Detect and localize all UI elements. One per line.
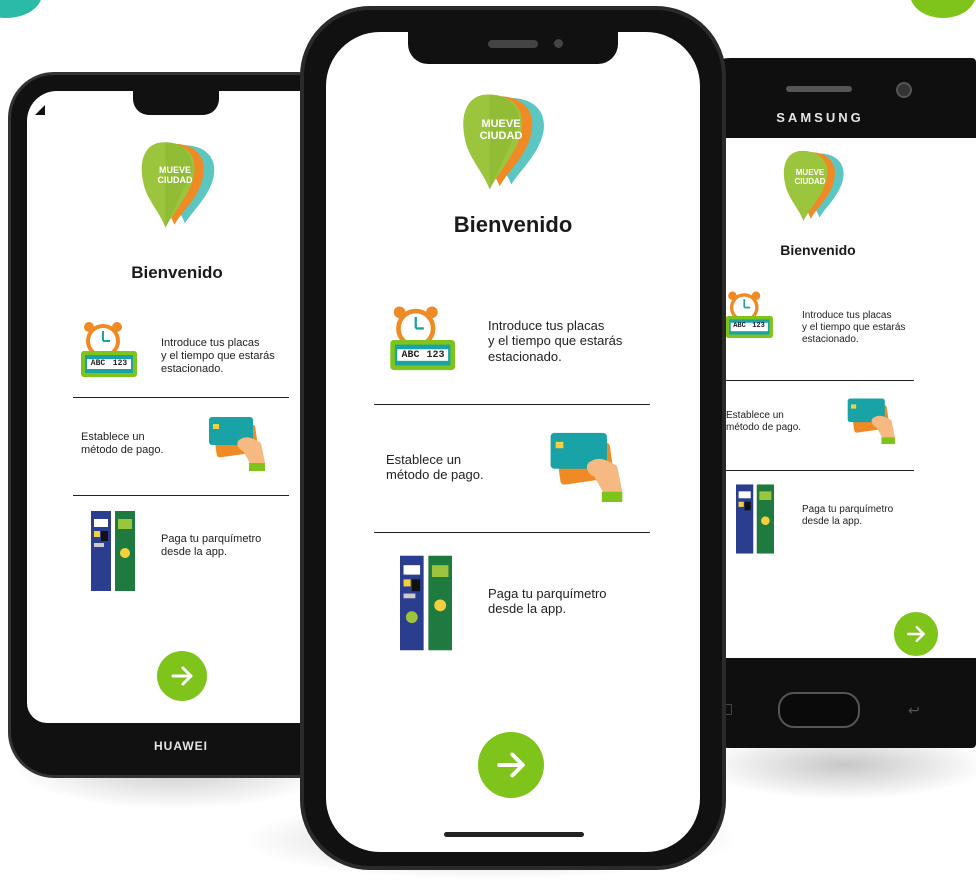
step1-line1: Introduce tus placas [161, 337, 260, 349]
plate-right-text: 123 [426, 350, 445, 361]
step1-line2: y el tiempo que estarás [161, 349, 275, 362]
logo-text-line1: MUEVE [158, 165, 191, 175]
step1-text: Introduce tus placas y el tiempo que est… [488, 318, 622, 364]
step1-line2: y el tiempo que estarás [802, 321, 906, 333]
plate-right-text: 123 [112, 359, 128, 368]
logo-text-line1: MUEVE [481, 118, 521, 130]
page-title: Bienvenido [453, 212, 573, 237]
back-icon[interactable]: ↩ [908, 702, 920, 719]
divider-2 [73, 495, 289, 496]
front-camera-icon [554, 39, 563, 48]
app-logo: MUEVE CIUDAD [137, 139, 227, 231]
parking-meter-icon [400, 554, 452, 652]
page-title: Bienvenido [780, 242, 856, 258]
arrow-right-icon [497, 752, 525, 778]
phone-huawei: MUEVE CIUDAD Bienvenido ABC 123 Introduc… [8, 72, 344, 778]
notch [133, 89, 219, 115]
divider-2 [374, 532, 650, 533]
step3-line1: Paga tu parquímetro [488, 586, 607, 601]
step2-text: Establece un método de pago. [386, 452, 484, 483]
screen-center: MUEVE CIUDAD Bienvenido ABC 123 Introduc… [326, 32, 700, 852]
step2-text: Establece un método de pago. [726, 410, 801, 434]
screen-samsung: MUEVE CIUDAD Bienvenido ABC 123 Introduc… [718, 138, 976, 658]
step1-line3: estacionado. [802, 333, 859, 345]
step3-line1: Paga tu parquímetro [802, 504, 894, 515]
step3-line2: desde la app. [802, 515, 863, 527]
step1-text: Introduce tus placas y el tiempo que est… [802, 310, 905, 345]
arrow-right-icon [171, 666, 193, 686]
next-button[interactable] [157, 651, 207, 701]
signal-icon [35, 105, 45, 115]
logo-text-line2: CIUDAD [479, 130, 523, 142]
plate-left-text: ABC [90, 359, 106, 368]
logo-text-line2: CIUDAD [157, 175, 193, 185]
step1-line1: Introduce tus placas [802, 310, 892, 321]
step3-line2: desde la app. [488, 601, 567, 617]
home-button[interactable] [778, 692, 860, 728]
brand-huawei: HUAWEI [154, 739, 208, 753]
front-camera-icon [896, 82, 912, 98]
next-button[interactable] [894, 612, 938, 656]
clock-plate-icon: ABC 123 [79, 321, 143, 381]
step3-line1: Paga tu parquímetro [161, 533, 262, 545]
clock-plate-icon: ABC 123 [724, 290, 778, 342]
logo-text-line1: MUEVE [795, 168, 825, 177]
plate-right-text: 123 [752, 322, 765, 330]
step1-line3: estacionado. [488, 348, 562, 364]
divider-1 [374, 404, 650, 405]
plate-left-text: ABC [733, 322, 746, 330]
notch [408, 30, 618, 64]
logo-text-line2: CIUDAD [794, 177, 826, 186]
phone-samsung: SAMSUNG MUEVE CIUDAD Bienvenido ABC 123 … [690, 58, 976, 748]
divider-1 [718, 380, 914, 381]
clock-plate-icon: ABC 123 [388, 300, 462, 380]
step2-line1: Establece un [726, 410, 784, 421]
step1-line3: estacionado. [161, 362, 224, 375]
parking-meter-icon [736, 484, 774, 554]
step2-text: Establece un método de pago. [81, 431, 164, 457]
credit-card-icon [207, 415, 271, 477]
app-logo: MUEVE CIUDAD [780, 148, 854, 224]
step2-line1: Establece un [81, 431, 145, 443]
step3-text: Paga tu parquímetro desde la app. [802, 504, 893, 528]
parking-meter-icon [91, 511, 135, 591]
plate-left-text: ABC [401, 350, 420, 361]
arrow-right-icon [907, 625, 925, 643]
credit-card-icon [846, 396, 900, 450]
step1-line1: Introduce tus placas [488, 318, 605, 333]
speaker-grille [488, 40, 538, 48]
step3-line2: desde la app. [161, 545, 228, 558]
app-logo: MUEVE CIUDAD [458, 90, 558, 194]
step2-line2: método de pago. [726, 421, 802, 433]
step3-text: Paga tu parquímetro desde la app. [161, 533, 261, 559]
step2-line2: método de pago. [386, 467, 484, 483]
divider-2 [718, 470, 914, 471]
corner-decoration-right [910, 0, 976, 18]
step1-line2: y el tiempo que estarás [488, 333, 623, 349]
next-button[interactable] [478, 732, 544, 798]
phone-center: MUEVE CIUDAD Bienvenido ABC 123 Introduc… [300, 6, 726, 870]
divider-1 [73, 397, 289, 398]
step2-line2: método de pago. [81, 443, 164, 456]
page-title: Bienvenido [131, 263, 223, 282]
screen-huawei: MUEVE CIUDAD Bienvenido ABC 123 Introduc… [27, 91, 327, 723]
home-indicator[interactable] [444, 832, 584, 837]
credit-card-icon [548, 430, 630, 510]
speaker-grille [786, 86, 852, 92]
step1-text: Introduce tus placas y el tiempo que est… [161, 337, 275, 376]
brand-samsung: SAMSUNG [776, 110, 864, 125]
step2-line1: Establece un [386, 452, 462, 467]
step3-text: Paga tu parquímetro desde la app. [488, 586, 607, 617]
corner-decoration-left [0, 0, 42, 18]
